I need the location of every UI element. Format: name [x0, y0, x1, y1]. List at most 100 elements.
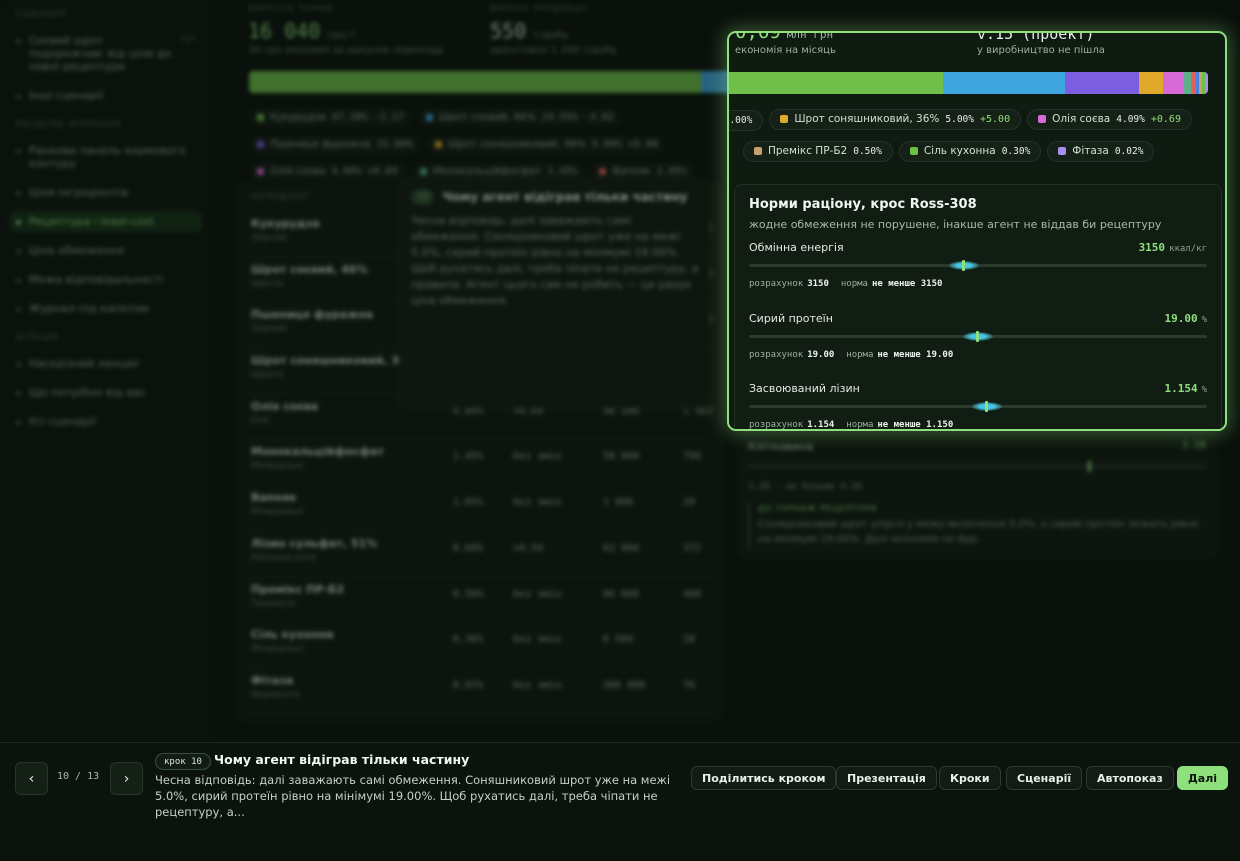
ingredient-group: Ферменти	[251, 689, 300, 700]
kpi-value: v.15 (проект)	[977, 31, 1095, 43]
sidebar-item[interactable]: Рецептура і least-cost	[10, 211, 202, 232]
sidebar-item[interactable]: Соєвий шрот подорожчав: від ціни до ново…	[10, 30, 202, 77]
sidebar-item[interactable]: Ціни інгредієнтів	[10, 182, 202, 203]
step-text: Чесна відповідь: далі заважають самі обм…	[155, 773, 671, 819]
composition-chips: Пшениця фуражна15.00%Шрот соняшниковий, …	[729, 108, 1223, 171]
next-step-button[interactable]: ›	[110, 762, 143, 795]
bullet-icon	[16, 220, 21, 225]
legend-name: Кукурудза	[270, 112, 326, 123]
composition-segment	[1205, 72, 1208, 94]
norm-footer: розрахунок 1.154 норма не менше 1.150	[749, 420, 965, 430]
norms-title: Норми раціону, крос Ross-308	[749, 197, 977, 212]
sidebar-item-label: Наскрізний ланцюг	[29, 357, 142, 370]
ingredient-price: 380 000	[603, 679, 646, 691]
note-title: Чому агент відіграв тільки частину	[442, 190, 688, 204]
kpi-sub: у виробництво не пішла	[977, 45, 1105, 56]
table-row: Премікс ПР-Б2 Премікси 0.50% без змін 96 000…	[243, 577, 715, 623]
sidebar-item[interactable]: Наскрізний ланцюг	[10, 353, 202, 374]
ingredient-name: Лізин сульфат, 51%	[251, 536, 378, 550]
norm-limit-tick	[985, 401, 989, 412]
norm-limit: не менше 1.150	[877, 420, 954, 430]
chip-delta: +5.00	[980, 113, 1011, 125]
kpi-output: ВИПУСК ПРОДУКЦІЇ 550 т/добу орієнтовно 1 …	[490, 4, 617, 56]
table-row: Лізин сульфат, 51% Амінокислоти 0.60% +0.50…	[243, 531, 715, 577]
legend-pct: 15.00%	[376, 139, 413, 150]
norm-limit: не менше 19.00	[877, 349, 954, 360]
sidebar-item[interactable]: Межа відповідальності	[10, 269, 202, 290]
kpi-version: v.15 (проект) у виробництво не пішла	[977, 31, 1105, 56]
sidebar-item-label: Інші сценарії	[29, 89, 104, 102]
kpi-saving: 0,69 млн грн економія на місяць	[735, 33, 836, 56]
norm-unit: %	[1201, 385, 1207, 395]
composition-segment	[729, 72, 944, 94]
norm-name: Засвоюваний лізин	[749, 382, 860, 395]
hint-text: Соняшниковий шрот упірся у межу включенн…	[758, 519, 1199, 545]
ingredient-pct: 0.60%	[453, 542, 484, 554]
presentation-button[interactable]: Презентація	[836, 766, 937, 790]
chip-pct: 15.00%	[729, 115, 753, 126]
ingredient-name: Вапняк	[251, 491, 297, 505]
ingredient-pct: 1.45%	[453, 451, 484, 463]
legend-delta: -3.82	[583, 112, 614, 123]
norm-limit: не більше 4.20	[785, 482, 862, 492]
calc-value: 19.00	[807, 349, 835, 360]
ingredient-cost: 799	[683, 451, 702, 463]
composition-chip: Шрот соняшниковий, 36% 5.00% +5.00	[769, 108, 1022, 130]
sidebar-item[interactable]: Що потрібно від вас	[10, 382, 202, 403]
norm-unit: %	[1201, 314, 1207, 325]
steps-button[interactable]: Кроки	[939, 766, 1001, 790]
norm-value: 19.00%	[1164, 312, 1207, 325]
legend-swatch	[599, 168, 607, 175]
table-row: Монокальційфосфат Мінеральні 1.45% без змін…	[243, 439, 715, 486]
legend-delta: +0.69	[367, 166, 398, 177]
sidebar-item[interactable]: Журнал під капотом	[10, 298, 202, 319]
share-step-button[interactable]: Поділитись кроком	[691, 766, 837, 790]
highlighted-panel: 0,69 млн грн економія на місяць v.15 (про…	[727, 31, 1227, 431]
chip-pct: 0.02%	[1114, 145, 1144, 157]
norm-calc: 3.28	[748, 482, 770, 492]
chip-name: Сіль кухонна	[923, 145, 996, 157]
ingredient-price: 96 000	[603, 588, 640, 600]
autoplay-button[interactable]: Автопоказ	[1086, 766, 1174, 790]
ingredient-pct: 1.05%	[453, 497, 484, 509]
sidebar-item-label: Соєвий шрот подорожчав: від ціни до ново…	[29, 34, 172, 73]
ingredient-pct: 0.50%	[453, 588, 484, 600]
chip-delta: +0.69	[1150, 113, 1181, 125]
norm-limit-tick	[962, 260, 966, 271]
scenarios-button[interactable]: Сценарії	[1006, 766, 1083, 790]
prev-step-button[interactable]: ‹	[15, 762, 48, 795]
legend-item: Шрот соєвий, 46% 24.55% -3.82	[417, 108, 622, 127]
legend-name: Шрот соняшниковий, 36%	[447, 139, 586, 150]
norm-track	[749, 260, 1207, 271]
legend-pct: 4.09%	[331, 166, 362, 177]
sidebar-item[interactable]: Ранкова панель кормового контуру	[10, 140, 202, 174]
kpi-sub: економія на місяць	[735, 45, 836, 56]
composition-chip: Премікс ПР-Б2 0.50%	[743, 140, 893, 162]
ingredient-group: Зернові	[251, 324, 288, 335]
sidebar-item[interactable]: Інші сценарії	[10, 85, 202, 106]
legend-pct: 1.45%	[547, 166, 578, 177]
bullet-icon	[16, 391, 21, 396]
ingredient-group: Олії	[251, 415, 269, 426]
chip-pct: 4.09%	[1116, 113, 1145, 125]
ingredient-group: Амінокислоти	[251, 552, 317, 563]
ingredient-price: 62 000	[603, 542, 640, 554]
sidebar-item-label: Рецептура і least-cost	[29, 215, 154, 228]
sidebar-item[interactable]: Ціна обмеження	[10, 240, 202, 261]
sidebar-item[interactable]: Усі сценарії	[10, 411, 202, 432]
next-button[interactable]: Далі	[1177, 766, 1229, 790]
note-text: Чесна відповідь: далі заважають самі обм…	[411, 214, 699, 307]
chip-name: Шрот соняшниковий, 36%	[794, 113, 940, 125]
norm-limit: не менше 3150	[871, 279, 943, 289]
ingredient-cost: 372	[683, 542, 702, 554]
sidebar-item-label: Ранкова панель кормового контуру	[29, 144, 186, 170]
norm-value-number: 1.154	[1164, 382, 1198, 395]
legend-name: Вапняк	[612, 166, 651, 177]
kpi-label: ВИПУСК ПРОДУКЦІЇ	[490, 4, 588, 13]
ingredient-group: Мінеральні	[251, 461, 304, 472]
ingredient-delta: без змін	[513, 679, 562, 691]
norm-value: 1.154%	[1164, 382, 1207, 395]
legend-item: Шрот соняшниковий, 36% 5.00% +5.00	[426, 135, 666, 154]
ingredient-cost: 480	[683, 588, 702, 600]
legend-swatch	[419, 168, 427, 175]
